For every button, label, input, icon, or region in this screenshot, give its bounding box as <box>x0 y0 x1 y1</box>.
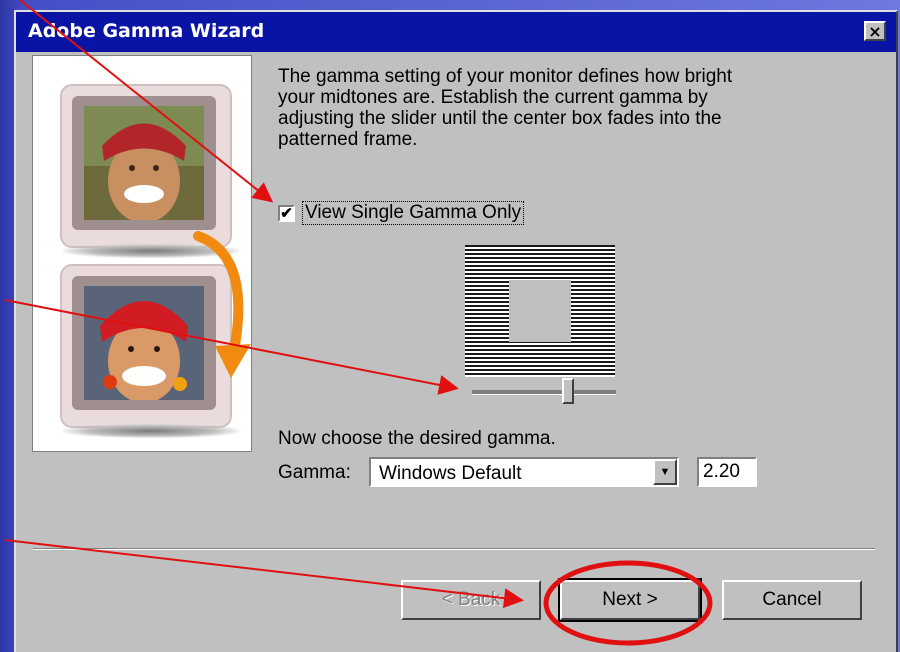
gamma-description: The gamma setting of your monitor define… <box>278 66 733 150</box>
chevron-down-icon: ▼ <box>659 466 671 478</box>
gamma-slider-thumb[interactable] <box>561 378 574 404</box>
gamma-center-box <box>509 280 571 342</box>
gamma-pattern-frame <box>465 245 615 377</box>
cancel-button[interactable]: Cancel <box>722 580 862 620</box>
checkbox-label[interactable]: View Single Gamma Only <box>301 201 525 225</box>
divider <box>33 548 875 550</box>
dropdown-button[interactable]: ▼ <box>653 459 677 485</box>
next-button[interactable]: Next > <box>558 578 702 622</box>
gamma-slider-track[interactable] <box>472 390 616 395</box>
title-bar[interactable]: Adobe Gamma Wizard × <box>16 12 896 52</box>
gamma-select-value: Windows Default <box>379 463 522 484</box>
back-button[interactable]: < Back <box>401 580 541 620</box>
next-button-label: Next > <box>602 589 658 610</box>
close-button[interactable]: × <box>864 21 886 41</box>
view-single-gamma-checkbox[interactable]: ✔ View Single Gamma Only <box>278 201 525 225</box>
cancel-button-label: Cancel <box>762 589 822 610</box>
gamma-value-field[interactable]: 2.20 <box>697 457 757 487</box>
monitor-top-image <box>60 84 232 248</box>
choose-gamma-label: Now choose the desired gamma. <box>278 428 556 449</box>
gamma-select[interactable]: Windows Default ▼ <box>369 457 679 487</box>
checkmark-icon: ✔ <box>280 204 293 222</box>
close-icon: × <box>868 21 882 41</box>
curved-arrow-icon <box>193 231 251 378</box>
wizard-illustration <box>32 55 252 452</box>
back-button-label: < Back <box>441 589 501 610</box>
window-title: Adobe Gamma Wizard <box>28 20 265 42</box>
checkbox-box[interactable]: ✔ <box>278 204 295 222</box>
gamma-label: Gamma: <box>278 462 351 483</box>
